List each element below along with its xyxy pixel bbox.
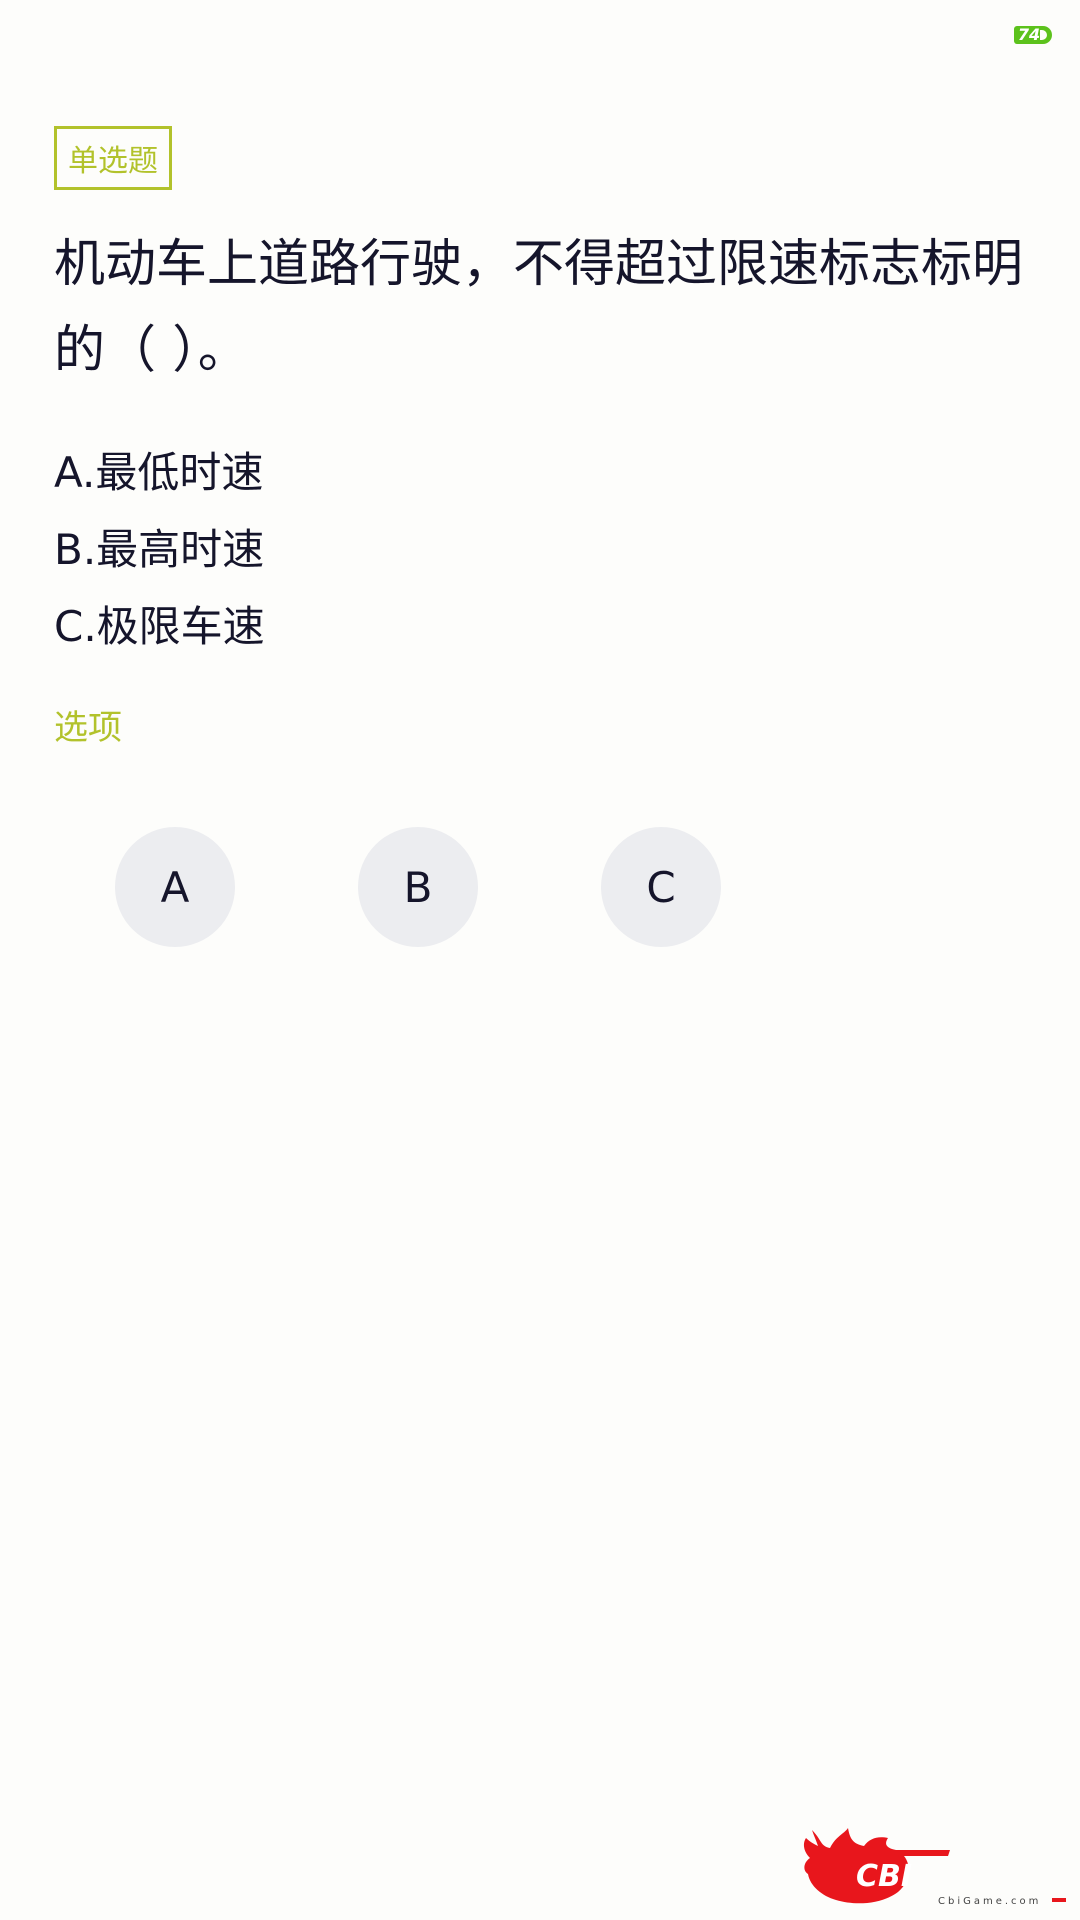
cbigame-watermark-logo: CBI CbiGame.com — [803, 1828, 1066, 1907]
option-c: C.极限车速 — [54, 602, 265, 651]
battery-level: 74 — [1017, 25, 1041, 44]
answer-button-a[interactable]: A — [115, 827, 235, 947]
status-bar: 74 — [0, 0, 1080, 72]
question-text: 机动车上道路行驶，不得超过限速标志标明的（ ）。 — [54, 235, 1024, 380]
answer-button-b[interactable]: B — [358, 827, 478, 947]
watermark-logo-text: CBI — [856, 1859, 912, 1894]
option-b: B.最高时速 — [54, 525, 265, 574]
answer-button-c[interactable]: C — [601, 827, 721, 947]
option-a: A.最低时速 — [54, 448, 264, 497]
option-list: A.最低时速 B.最高时速 C.极限车速 — [54, 434, 265, 665]
options-section-label: 选项 — [54, 708, 122, 748]
battery-body: 74 — [1014, 26, 1052, 44]
question-type-badge: 单选题 — [54, 126, 172, 190]
watermark-underline — [1052, 1898, 1066, 1902]
watermark-site-text: CbiGame.com — [938, 1896, 1041, 1907]
battery-icon: 74 — [1014, 26, 1056, 44]
